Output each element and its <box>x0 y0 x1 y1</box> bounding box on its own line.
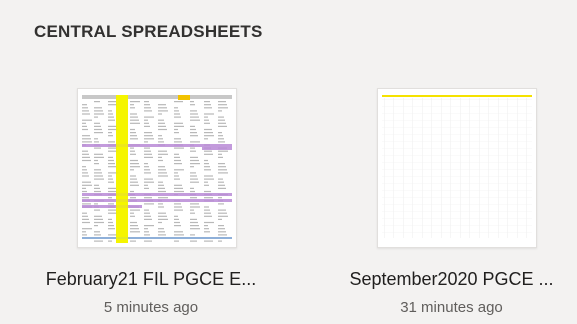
file-tile[interactable]: September2020 PGCE ... 31 minutes ago <box>326 82 577 324</box>
spreadsheet-thumbnail[interactable] <box>377 88 537 248</box>
section-title: CENTRAL SPREADSHEETS <box>34 22 263 41</box>
file-name[interactable]: September2020 PGCE ... <box>326 269 577 290</box>
file-modified-time: 5 minutes ago <box>103 299 199 316</box>
file-tile[interactable]: February21 FIL PGCE E... 5 minutes ago <box>26 82 276 324</box>
file-name[interactable]: February21 FIL PGCE E... <box>26 269 276 290</box>
file-modified-time: 31 minutes ago <box>400 299 503 316</box>
spreadsheet-thumbnail[interactable] <box>77 88 237 248</box>
